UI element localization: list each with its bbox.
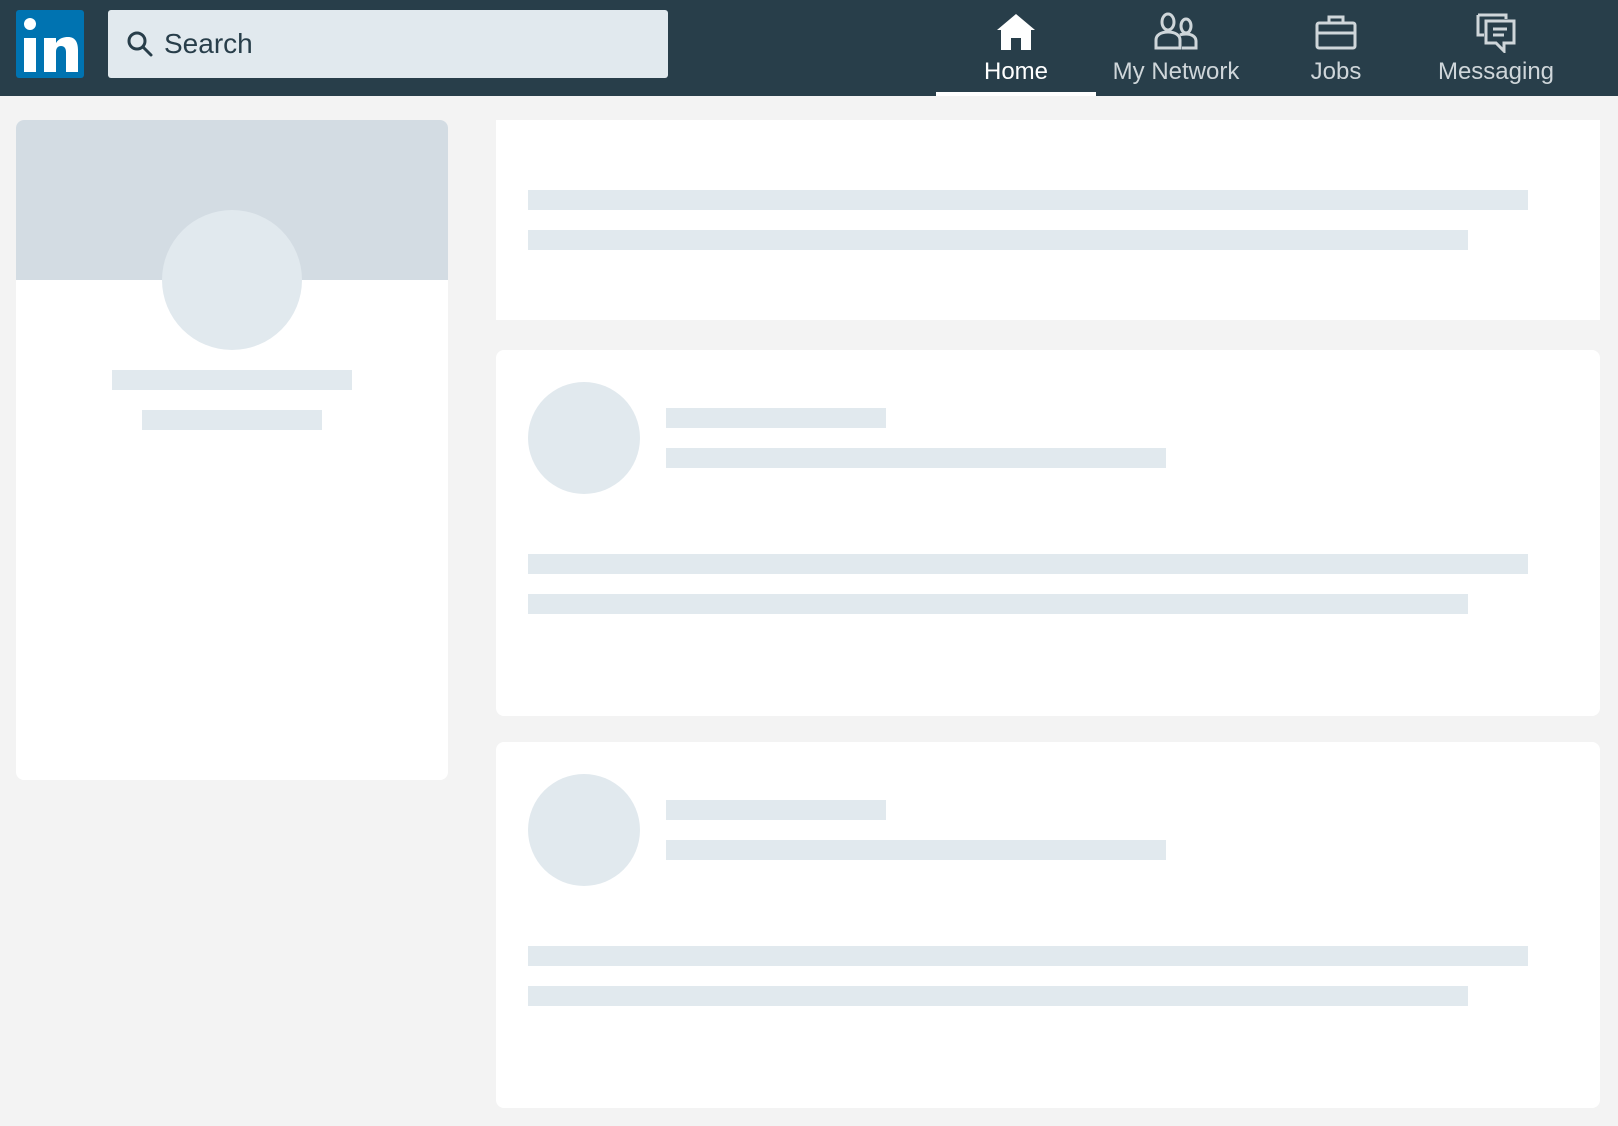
feed-post-skeleton bbox=[496, 742, 1600, 1108]
author-avatar-placeholder bbox=[528, 774, 640, 886]
messaging-icon bbox=[1474, 10, 1518, 54]
briefcase-icon bbox=[1314, 10, 1358, 54]
share-box-skeleton bbox=[496, 120, 1600, 320]
people-icon bbox=[1152, 10, 1200, 54]
author-headline-placeholder bbox=[666, 448, 1166, 468]
nav-item-my-network[interactable]: My Network bbox=[1096, 0, 1256, 96]
top-nav-bar: Home My Network Jobs bbox=[0, 0, 1618, 96]
nav-item-home[interactable]: Home bbox=[936, 0, 1096, 96]
home-icon bbox=[995, 10, 1037, 54]
profile-name-placeholder bbox=[112, 370, 352, 390]
author-headline-placeholder bbox=[666, 840, 1166, 860]
text-line-placeholder bbox=[528, 190, 1528, 210]
nav-item-messaging[interactable]: Messaging bbox=[1416, 0, 1576, 96]
profile-headline-placeholder bbox=[142, 410, 322, 430]
text-line-placeholder bbox=[528, 230, 1468, 250]
author-avatar-placeholder bbox=[528, 382, 640, 494]
search-icon bbox=[126, 29, 156, 59]
search-input[interactable] bbox=[164, 28, 644, 60]
profile-card-skeleton bbox=[16, 120, 448, 780]
linkedin-logo[interactable] bbox=[16, 10, 84, 78]
author-name-placeholder bbox=[666, 408, 886, 428]
author-name-placeholder bbox=[666, 800, 886, 820]
nav-item-jobs[interactable]: Jobs bbox=[1256, 0, 1416, 96]
nav-label-messaging: Messaging bbox=[1437, 58, 1555, 85]
search-bar[interactable] bbox=[108, 10, 668, 78]
profile-avatar-placeholder bbox=[162, 210, 302, 350]
linkedin-logo-mark bbox=[24, 18, 78, 72]
post-text-placeholder bbox=[528, 946, 1528, 966]
feed-post-skeleton bbox=[496, 350, 1600, 716]
post-text-placeholder bbox=[528, 594, 1468, 614]
post-text-placeholder bbox=[528, 986, 1468, 1006]
nav-label-home: Home bbox=[983, 58, 1049, 85]
nav-label-my-network: My Network bbox=[1112, 58, 1240, 85]
post-text-placeholder bbox=[528, 554, 1528, 574]
nav-label-jobs: Jobs bbox=[1310, 58, 1362, 85]
